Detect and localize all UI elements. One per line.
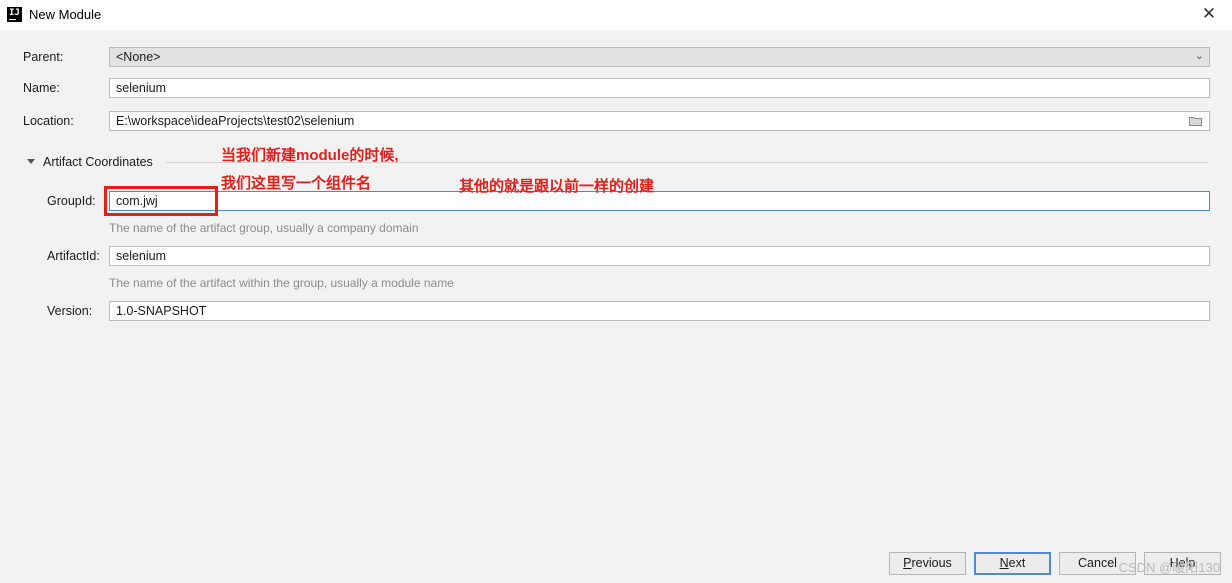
watermark: CSDN @暖阳130 [1118, 560, 1220, 575]
previous-mnemonic: P [903, 556, 912, 570]
version-input[interactable]: 1.0-SNAPSHOT [109, 301, 1210, 321]
artifactid-label: ArtifactId: [47, 249, 100, 263]
next-button[interactable]: Next [974, 552, 1051, 575]
annotation-text-3: 其他的就是跟以前一样的创建 [459, 178, 655, 195]
artifactid-input[interactable]: selenium [109, 246, 1210, 266]
groupid-input[interactable]: com.jwj [109, 191, 1210, 211]
previous-button[interactable]: Previous [889, 552, 966, 575]
next-mnemonic: N [999, 556, 1009, 570]
parent-select[interactable]: <None> ⌄ [109, 47, 1210, 67]
section-title: Artifact Coordinates [43, 155, 153, 169]
version-label: Version: [47, 304, 93, 318]
next-label: ext [1008, 556, 1026, 570]
annotation-highlight-box [104, 186, 218, 216]
annotation-text-1: 当我们新建module的时候, [221, 147, 399, 164]
collapse-arrow-icon[interactable] [27, 159, 35, 164]
previous-label: revious [911, 556, 952, 570]
location-input[interactable]: E:\workspace\ideaProjects\test02\seleniu… [109, 111, 1210, 131]
annotation-text-2: 我们这里写一个组件名 [221, 175, 372, 192]
groupid-label: GroupId: [47, 194, 96, 208]
artifactid-hint: The name of the artifact within the grou… [109, 276, 454, 290]
name-label: Name: [23, 81, 60, 95]
parent-label: Parent: [23, 50, 64, 64]
location-input-value: E:\workspace\ideaProjects\test02\seleniu… [116, 114, 355, 128]
folder-icon[interactable] [1189, 116, 1203, 126]
chevron-down-icon[interactable]: ⌄ [1195, 49, 1204, 64]
close-icon[interactable]: ✕ [1200, 5, 1218, 23]
intellij-app-icon: IJ [7, 7, 22, 22]
location-label: Location: [23, 114, 74, 128]
title-bar: IJ New Module ✕ [0, 0, 1232, 30]
groupid-hint: The name of the artifact group, usually … [109, 221, 419, 235]
parent-select-value: <None> [116, 50, 161, 64]
name-input[interactable]: selenium [109, 78, 1210, 98]
window-title: New Module [29, 7, 102, 22]
